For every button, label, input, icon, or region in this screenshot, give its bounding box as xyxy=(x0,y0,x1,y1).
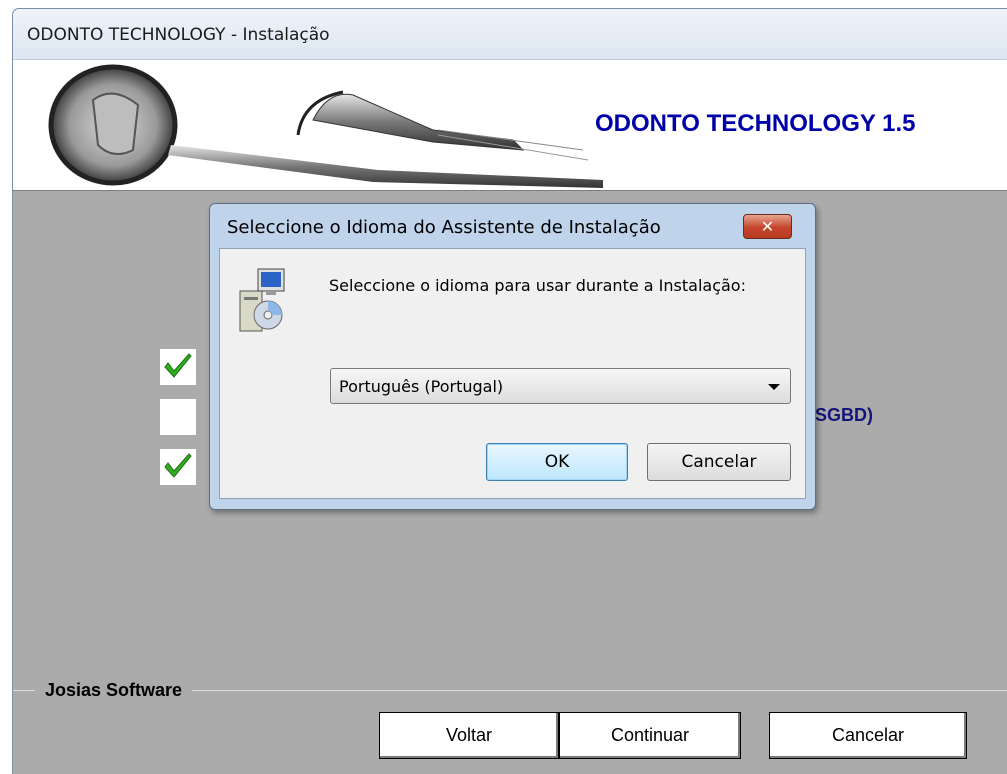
window-titlebar[interactable]: ODONTO TECHNOLOGY - Instalação xyxy=(13,9,1007,60)
component-checkbox-2[interactable] xyxy=(160,399,196,435)
header-banner: ODONTO TECHNOLOGY 1.5 xyxy=(13,60,1007,191)
installer-icon xyxy=(239,268,285,332)
dialog-close-button[interactable]: ✕ xyxy=(743,214,792,239)
language-dialog: Seleccione o Idioma do Assistente de Ins… xyxy=(209,203,816,510)
continue-button[interactable]: Continuar xyxy=(559,712,741,759)
back-button[interactable]: Voltar xyxy=(379,712,559,759)
checkmark-icon xyxy=(164,453,192,478)
dialog-title: Seleccione o Idioma do Assistente de Ins… xyxy=(227,217,661,238)
close-icon: ✕ xyxy=(760,217,775,236)
chevron-down-icon[interactable] xyxy=(768,384,780,390)
dialog-message: Seleccione o idioma para usar durante a … xyxy=(329,276,746,295)
language-select-value: Português (Portugal) xyxy=(339,377,504,396)
ok-button[interactable]: OK xyxy=(486,443,628,481)
window-title: ODONTO TECHNOLOGY - Instalação xyxy=(27,25,330,45)
component-label-sgbd: (SGBD) xyxy=(809,405,873,425)
cancel-button[interactable]: Cancelar xyxy=(769,712,967,759)
component-checkbox-1[interactable] xyxy=(160,349,196,385)
language-select[interactable]: Português (Portugal) xyxy=(330,368,791,404)
group-label: Josias Software xyxy=(35,680,193,701)
dialog-cancel-button[interactable]: Cancelar xyxy=(647,443,791,481)
dental-tools-illustration xyxy=(48,64,603,188)
checkmark-icon xyxy=(164,353,192,378)
banner-title: ODONTO TECHNOLOGY 1.5 xyxy=(595,110,916,137)
dialog-body: Seleccione o idioma para usar durante a … xyxy=(219,248,806,499)
component-checkbox-3[interactable] xyxy=(160,449,196,485)
